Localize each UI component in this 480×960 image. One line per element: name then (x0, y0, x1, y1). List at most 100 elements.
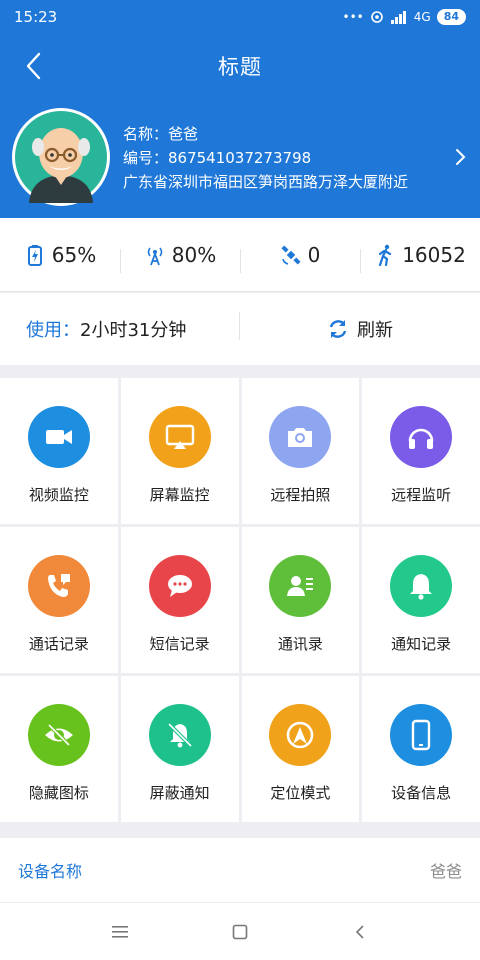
function-remote-photo[interactable]: 远程拍照 (241, 378, 360, 524)
device-name-row[interactable]: 设备名称 爸爸 (0, 838, 480, 902)
function-icon-circle (269, 704, 332, 766)
profile-info: 名称：爸爸 编号：867541037273798 广东省深圳市福田区笋岗西路万泽… (123, 122, 408, 194)
function-label: 屏幕监控 (149, 486, 210, 504)
function-contacts[interactable]: 通讯录 (241, 527, 360, 673)
satellite-value: 0 (307, 242, 321, 267)
back-nav-button[interactable] (340, 912, 380, 952)
function-icon-circle (269, 555, 332, 617)
headphones-icon (408, 428, 434, 449)
function-hide-icon[interactable]: 隐藏图标 (0, 676, 118, 822)
function-icon-circle (390, 406, 453, 468)
status-icons: ••• 4G 84 (343, 9, 466, 25)
function-location-mode[interactable]: 定位模式 (241, 676, 360, 822)
header: 15:23 ••• 4G 84 标题 名称：爸爸 编号：867541037273… (0, 0, 480, 218)
profile-id: 编号：867541037273798 (123, 149, 312, 167)
screen-cast-icon (165, 424, 194, 449)
function-label: 视频监控 (28, 486, 89, 504)
page-title: 标题 (218, 55, 262, 79)
steps-value: 16052 (402, 242, 466, 267)
function-label: 屏蔽通知 (149, 784, 210, 802)
back-button[interactable] (18, 50, 50, 82)
function-icon-circle (27, 406, 90, 468)
eye-hidden-icon (44, 723, 73, 747)
function-label: 设备信息 (391, 784, 452, 802)
contacts-icon (287, 576, 314, 596)
refresh-icon (329, 320, 347, 338)
function-device-info[interactable]: 设备信息 (362, 676, 480, 822)
avatar (12, 108, 110, 206)
function-icon-circle (27, 704, 90, 766)
profile-name: 名称：爸爸 (123, 125, 199, 143)
battery-indicator: 84 (436, 9, 466, 25)
refresh-button[interactable]: 刷新 (240, 316, 480, 342)
function-icon-circle (390, 555, 453, 617)
function-label: 远程监听 (391, 486, 452, 504)
function-remote-listen[interactable]: 远程监听 (362, 378, 480, 524)
function-icon-circle (27, 555, 90, 617)
stat-signal: 80% (120, 242, 240, 273)
status-time: 15:23 (14, 8, 58, 26)
message-icon (167, 575, 192, 597)
chevron-right-icon (456, 149, 466, 165)
function-call-log[interactable]: 通话记录 (0, 527, 118, 673)
function-block-notification[interactable]: 屏蔽通知 (120, 676, 239, 822)
device-name-label: 设备名称 (18, 862, 83, 881)
profile-address: 广东省深圳市福田区笋岗西路万泽大厦附近 (123, 173, 409, 191)
function-icon-circle (269, 406, 332, 468)
stat-satellite: 0 (240, 242, 360, 273)
profile-card[interactable]: 名称：爸爸 编号：867541037273798 广东省深圳市福田区笋岗西路万泽… (0, 102, 480, 212)
device-name-value: 爸爸 (429, 862, 462, 881)
video-camera-icon (45, 430, 72, 444)
status-bar: 15:23 ••• 4G 84 (0, 0, 480, 34)
more-dots: ••• (342, 10, 364, 24)
home-button[interactable] (220, 912, 260, 952)
system-nav-bar (0, 902, 480, 960)
function-icon-circle (148, 406, 211, 468)
function-video-monitor[interactable]: 视频监控 (0, 378, 118, 524)
function-label: 通话记录 (28, 635, 89, 653)
menu-button[interactable] (100, 912, 140, 952)
stat-steps: 16052 (360, 242, 480, 273)
usage-bar: 使用：2小时31分钟 刷新 (0, 293, 480, 365)
battery-value: 65% (51, 242, 97, 267)
walking-icon (379, 244, 392, 266)
signal-value: 80% (171, 242, 217, 267)
signal-icon (390, 11, 406, 24)
function-screen-monitor[interactable]: 屏幕监控 (120, 378, 239, 524)
usage-label: 使用： (26, 320, 80, 341)
home-square-icon (232, 924, 248, 939)
mobile-device-icon (411, 719, 431, 751)
menu-icon (112, 925, 128, 938)
function-notification-log[interactable]: 通知记录 (362, 527, 480, 673)
photo-camera-icon (288, 428, 313, 447)
back-triangle-icon (355, 924, 364, 939)
function-label: 通讯录 (277, 635, 323, 653)
stat-battery: 65% (0, 243, 120, 267)
stats-bar: 65% 80% 0 16052 (0, 218, 480, 292)
function-icon-circle (390, 704, 453, 766)
function-grid: 视频监控 屏幕监控 远程拍照 远程监听 通话记录 短信记录 通讯录 通知记录 隐… (0, 378, 480, 822)
satellite-icon (281, 244, 301, 265)
function-label: 通知记录 (391, 635, 452, 653)
function-label: 隐藏图标 (28, 784, 89, 802)
location-mode-icon (287, 721, 314, 749)
refresh-label: 刷新 (357, 320, 393, 341)
bell-off-icon (167, 722, 193, 748)
bell-icon (410, 574, 433, 600)
battery-charging-icon (27, 244, 42, 266)
usage-value: 2小时31分钟 (80, 320, 187, 341)
function-label: 远程拍照 (270, 486, 331, 504)
chevron-left-icon (26, 52, 41, 80)
function-label: 定位模式 (270, 784, 331, 802)
title-bar: 标题 (0, 40, 480, 92)
function-sms-log[interactable]: 短信记录 (120, 527, 239, 673)
hotspot-icon (370, 11, 383, 23)
function-label: 短信记录 (149, 635, 210, 653)
usage-info: 使用：2小时31分钟 (0, 312, 240, 342)
function-icon-circle (148, 555, 211, 617)
function-icon-circle (148, 704, 211, 766)
phone-icon (47, 574, 70, 597)
antenna-icon (147, 247, 163, 265)
network-type: 4G (413, 10, 431, 24)
grandpa-avatar-icon (15, 111, 107, 203)
